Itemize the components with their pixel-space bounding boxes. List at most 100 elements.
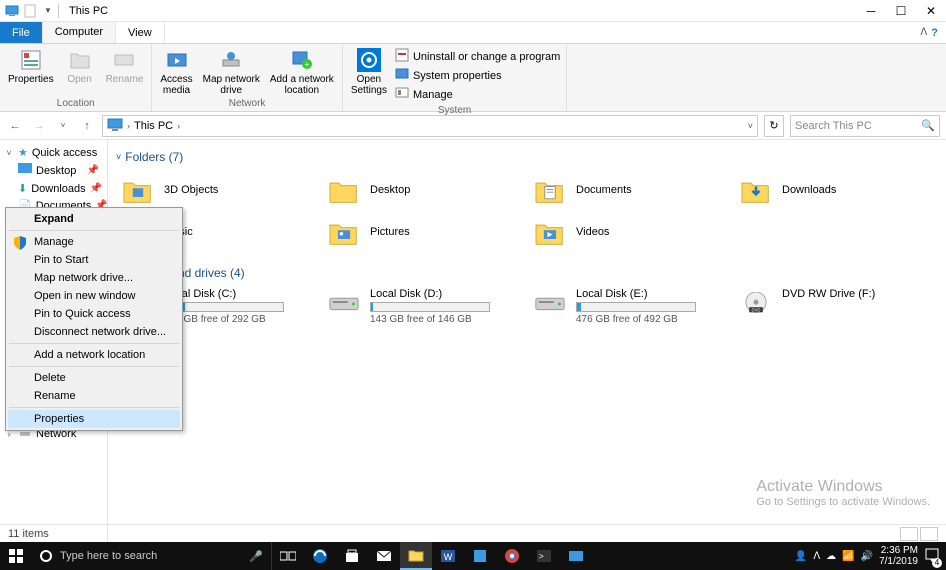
group-network-label: Network xyxy=(156,98,337,111)
up-button[interactable]: ↑ xyxy=(78,117,96,135)
qat-dropdown-icon[interactable]: ▼ xyxy=(40,3,56,19)
tab-view[interactable]: View xyxy=(116,22,165,43)
media-icon xyxy=(165,48,189,72)
access-media-button[interactable]: Access media xyxy=(156,46,196,98)
drive-item[interactable]: Local Disk (E:)476 GB free of 492 GB xyxy=(532,288,728,325)
ctx-properties[interactable]: Properties xyxy=(8,410,180,428)
tray-up-icon[interactable]: ᐱ xyxy=(813,551,820,562)
ctx-expand[interactable]: Expand xyxy=(8,210,180,228)
open-settings-button[interactable]: Open Settings xyxy=(347,46,391,98)
drive-item[interactable]: DVD DVD RW Drive (F:) xyxy=(738,288,934,325)
tray-notifications-icon[interactable]: 4 xyxy=(924,547,940,566)
tb-word-icon[interactable]: W xyxy=(432,542,464,570)
tb-chrome-icon[interactable] xyxy=(496,542,528,570)
folder-item[interactable]: Desktop xyxy=(326,172,522,208)
drive-icon xyxy=(532,288,568,318)
pc-small-icon xyxy=(4,3,20,19)
search-input[interactable]: Search This PC 🔍 xyxy=(790,115,940,137)
refresh-button[interactable]: ↻ xyxy=(764,115,784,137)
sidebar-item-desktop[interactable]: Desktop 📌 xyxy=(0,161,107,180)
folder-label: Videos xyxy=(576,226,609,238)
drive-item[interactable]: Local Disk (D:)143 GB free of 146 GB xyxy=(326,288,522,325)
section-folders-header[interactable]: ˅ Folders (7) xyxy=(116,150,934,164)
ctx-delete[interactable]: Delete xyxy=(8,369,180,387)
map-drive-button[interactable]: Map network drive xyxy=(199,46,264,98)
system-properties-button[interactable]: System properties xyxy=(395,67,560,84)
drive-icon: DVD xyxy=(738,288,774,318)
folder-icon xyxy=(120,172,156,208)
folder-item[interactable]: Videos xyxy=(532,214,728,250)
tray-clock[interactable]: 2:36 PM 7/1/2019 xyxy=(879,545,918,567)
recent-dropdown[interactable]: ˅ xyxy=(54,117,72,135)
svg-text:>: > xyxy=(539,552,544,561)
drive-icon xyxy=(326,288,362,318)
tb-app1-icon[interactable] xyxy=(464,542,496,570)
folder-item[interactable]: Pictures xyxy=(326,214,522,250)
ctx-add-network-location[interactable]: Add a network location xyxy=(8,346,180,364)
properties-button[interactable]: Properties xyxy=(4,46,58,87)
tb-explorer-icon[interactable] xyxy=(400,542,432,570)
ctx-manage[interactable]: Manage xyxy=(8,233,180,251)
sidebar-item-downloads[interactable]: ⬇ Downloads 📌 xyxy=(0,180,107,197)
folder-label: Documents xyxy=(576,184,632,196)
qat-doc-icon[interactable] xyxy=(22,3,38,19)
pin-icon: 📌 xyxy=(90,183,106,194)
uninstall-program-button[interactable]: Uninstall or change a program xyxy=(395,48,560,65)
drive-usage-bar xyxy=(576,302,696,312)
cortana-icon xyxy=(40,550,52,562)
taskbar-search[interactable]: Type here to search 🎤 xyxy=(32,542,272,570)
tray-volume-icon[interactable]: 🔊 xyxy=(861,551,873,562)
ctx-pin-quick-access[interactable]: Pin to Quick access xyxy=(8,305,180,323)
forward-button[interactable]: → xyxy=(30,117,48,135)
tray-network-icon[interactable]: 📶 xyxy=(842,551,854,562)
tb-store-icon[interactable] xyxy=(336,542,368,570)
tb-cmd-icon[interactable]: > xyxy=(528,542,560,570)
drive-free-text: 143 GB free of 146 GB xyxy=(370,314,490,325)
sidebar-quick-access[interactable]: ˅ ★ Quick access xyxy=(0,144,107,161)
chevron-icon[interactable]: › xyxy=(175,121,182,131)
maximize-button[interactable]: ☐ xyxy=(886,0,916,22)
drive-label: DVD RW Drive (F:) xyxy=(782,288,875,300)
folder-icon xyxy=(532,214,568,250)
folder-item[interactable]: Documents xyxy=(532,172,728,208)
tb-edge-icon[interactable] xyxy=(304,542,336,570)
ctx-rename[interactable]: Rename xyxy=(8,387,180,405)
tb-app2-icon[interactable] xyxy=(560,542,592,570)
ctx-map-drive[interactable]: Map network drive... xyxy=(8,269,180,287)
minimize-button[interactable]: ─ xyxy=(856,0,886,22)
ribbon-collapse-icon[interactable]: ᐱ xyxy=(920,27,927,38)
status-item-count: 11 items xyxy=(8,528,49,540)
settings-icon xyxy=(357,48,381,72)
task-view-button[interactable] xyxy=(272,542,304,570)
tb-mail-icon[interactable] xyxy=(368,542,400,570)
tray-onedrive-icon[interactable]: ☁ xyxy=(826,551,836,562)
tab-computer[interactable]: Computer xyxy=(43,22,116,43)
view-large-button[interactable] xyxy=(920,527,938,541)
drive-label: Local Disk (E:) xyxy=(576,288,696,300)
add-location-button[interactable]: + Add a network location xyxy=(266,46,338,98)
breadcrumb-thispc[interactable]: This PC xyxy=(134,120,173,132)
back-button[interactable]: ← xyxy=(6,117,24,135)
section-drives-header[interactable]: ˅ Devices and drives (4) xyxy=(116,266,934,280)
help-icon[interactable]: ? xyxy=(931,27,938,39)
folder-item[interactable]: Downloads xyxy=(738,172,934,208)
manage-button[interactable]: Manage xyxy=(395,86,560,103)
folder-label: 3D Objects xyxy=(164,184,218,196)
mic-icon[interactable]: 🎤 xyxy=(249,550,263,563)
tray-people-icon[interactable]: 👤 xyxy=(795,551,807,562)
drive-usage-bar xyxy=(370,302,490,312)
breadcrumb[interactable]: › This PC › ˅ xyxy=(102,115,758,137)
history-dropdown-icon[interactable]: ˅ xyxy=(748,121,753,131)
properties-icon xyxy=(19,48,43,72)
chevron-icon[interactable]: › xyxy=(125,121,132,131)
tab-file[interactable]: File xyxy=(0,22,43,43)
start-button[interactable] xyxy=(0,542,32,570)
ctx-pin-start[interactable]: Pin to Start xyxy=(8,251,180,269)
rename-icon xyxy=(112,48,136,72)
close-button[interactable]: ✕ xyxy=(916,0,946,22)
tree-collapse-icon[interactable]: ˅ xyxy=(4,148,14,158)
ctx-disconnect-drive[interactable]: Disconnect network drive... xyxy=(8,323,180,341)
view-details-button[interactable] xyxy=(900,527,918,541)
ctx-open-new-window[interactable]: Open in new window xyxy=(8,287,180,305)
folder-item[interactable]: 3D Objects xyxy=(120,172,316,208)
